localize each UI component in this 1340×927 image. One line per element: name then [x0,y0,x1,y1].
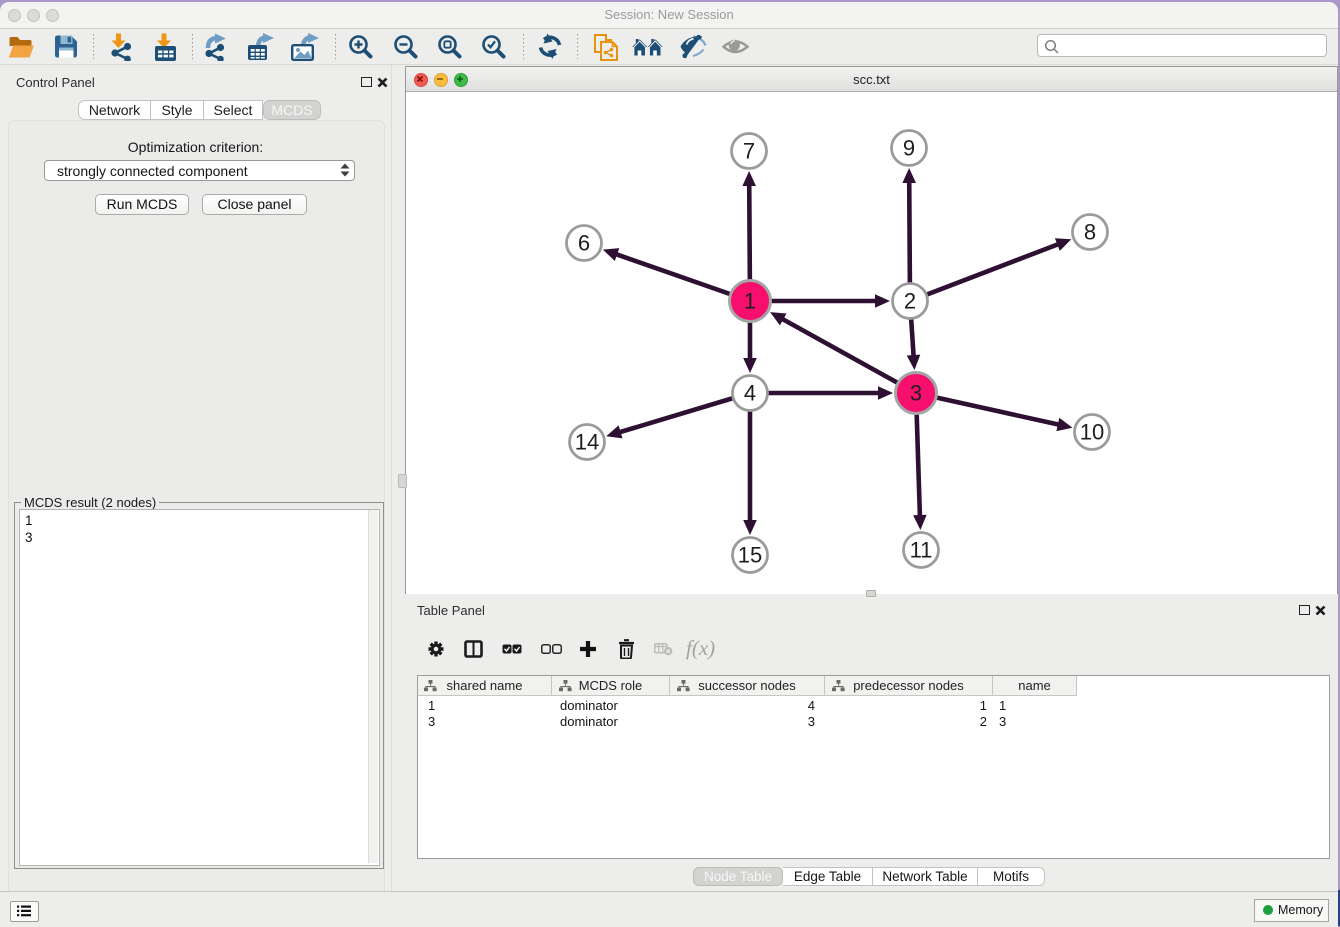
svg-text:7: 7 [743,139,755,164]
svg-text:14: 14 [575,430,599,455]
svg-text:9: 9 [903,136,915,161]
svg-text:15: 15 [738,543,762,568]
svg-text:11: 11 [910,538,933,563]
svg-text:10: 10 [1080,420,1104,445]
svg-text:8: 8 [1084,220,1096,245]
svg-text:1: 1 [744,289,756,314]
svg-text:2: 2 [904,289,916,314]
svg-text:6: 6 [578,231,590,256]
svg-text:4: 4 [744,381,756,406]
svg-text:3: 3 [910,381,922,406]
